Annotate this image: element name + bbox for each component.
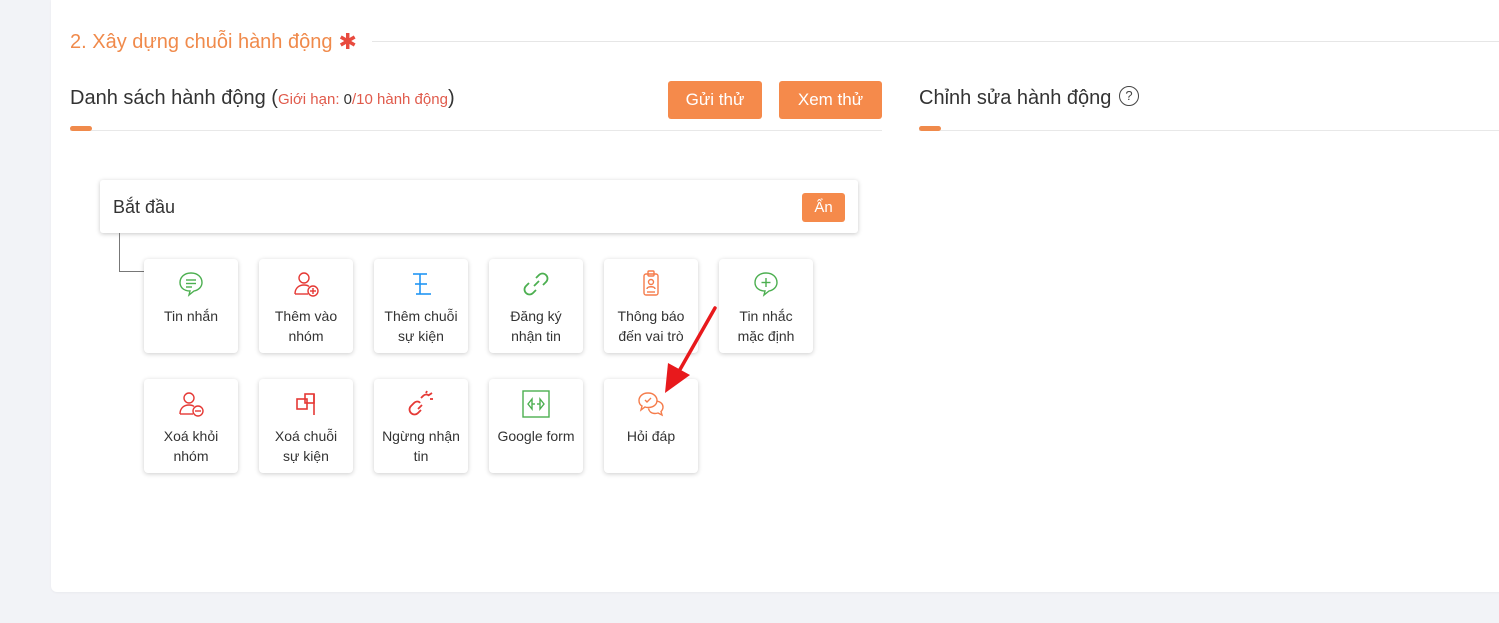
section-divider [372,41,1499,42]
limit-close-paren: ) [447,87,455,109]
tile-label-2: nhận tin [511,328,561,344]
tree-connector [119,271,145,272]
message-plus-icon [754,272,778,297]
action-list-title-text: Danh sách hành động [70,87,266,109]
tile-label: Hỏi đáp [626,428,676,444]
flow-icon [413,273,431,295]
tile-label-2: nhóm [173,448,209,464]
limit-total: /10 hành động [352,91,448,108]
limit-text: Giới hạn: 0/10 hành động [278,91,448,108]
action-tile-message[interactable]: Tin nhắn [144,259,238,353]
limit-count: 0 [343,91,352,108]
unlink-icon [408,390,433,416]
action-tile-google-form[interactable]: Google form [489,379,583,473]
tree-connector [119,233,120,272]
tile-label: Xoá chuỗi [274,428,338,444]
tile-label: Xoá khỏi [163,428,219,444]
id-badge-icon [643,270,659,296]
message-icon [179,272,203,297]
action-tile-subscribe[interactable]: Đăng ký nhận tin [489,259,583,353]
list-panel-accent [70,126,92,131]
tile-label: Tin nhắc [739,308,793,324]
tile-label-2: sự kiện [283,448,329,464]
tile-label-2: sự kiện [398,328,444,344]
action-list-title: Danh sách hành động (Giới hạn: 0/10 hành… [70,87,455,110]
limit-label: Giới hạn: [277,91,344,108]
annotation-arrow-icon [665,306,717,393]
edit-panel-accent [919,126,941,131]
edit-panel-divider [919,130,1499,131]
action-tile-remove-from-group[interactable]: Xoá khỏi nhóm [144,379,238,473]
action-tile-unsubscribe[interactable]: Ngừng nhận tin [374,379,468,473]
tile-label-2: tin [413,448,429,464]
tile-label: Đăng ký [510,308,562,324]
tile-label: Ngừng nhận [382,428,460,444]
start-node: Bắt đầu Ẩn [100,180,858,233]
tile-label: Tin nhắn [164,308,218,324]
remove-user-icon [179,392,204,417]
list-panel-divider [70,130,882,131]
tile-label-2: mặc định [737,328,795,344]
action-tile-add-to-group[interactable]: Thêm vào nhóm [259,259,353,353]
action-tile-remove-sequence[interactable]: Xoá chuỗi sự kiện [259,379,353,473]
link-icon [523,272,549,296]
remove-flow-icon [296,393,315,415]
preview-button[interactable]: Xem thử [779,81,882,119]
tile-label-2: nhóm [288,328,324,344]
add-user-icon [294,272,319,297]
send-test-button[interactable]: Gửi thử [668,81,762,119]
limit-open-paren: ( [271,87,278,109]
help-icon[interactable]: ? [1119,86,1139,106]
required-mark: ✱ [338,29,357,54]
action-tile-add-sequence[interactable]: Thêm chuỗi sự kiện [374,259,468,353]
hide-button[interactable]: Ẩn [802,193,845,222]
edit-panel-title: Chỉnh sửa hành động [919,87,1112,109]
section-title: 2. Xây dựng chuỗi hành động ✱ [70,29,357,55]
tile-label: Thêm chuỗi [384,308,458,324]
start-label: Bắt đầu [113,197,176,217]
tile-label: Google form [497,428,575,444]
tile-label: Thêm vào [274,308,338,324]
action-tile-default-reminder[interactable]: Tin nhắc mặc định [719,259,813,353]
form-icon [522,390,550,418]
section-title-text: 2. Xây dựng chuỗi hành động [70,30,333,53]
